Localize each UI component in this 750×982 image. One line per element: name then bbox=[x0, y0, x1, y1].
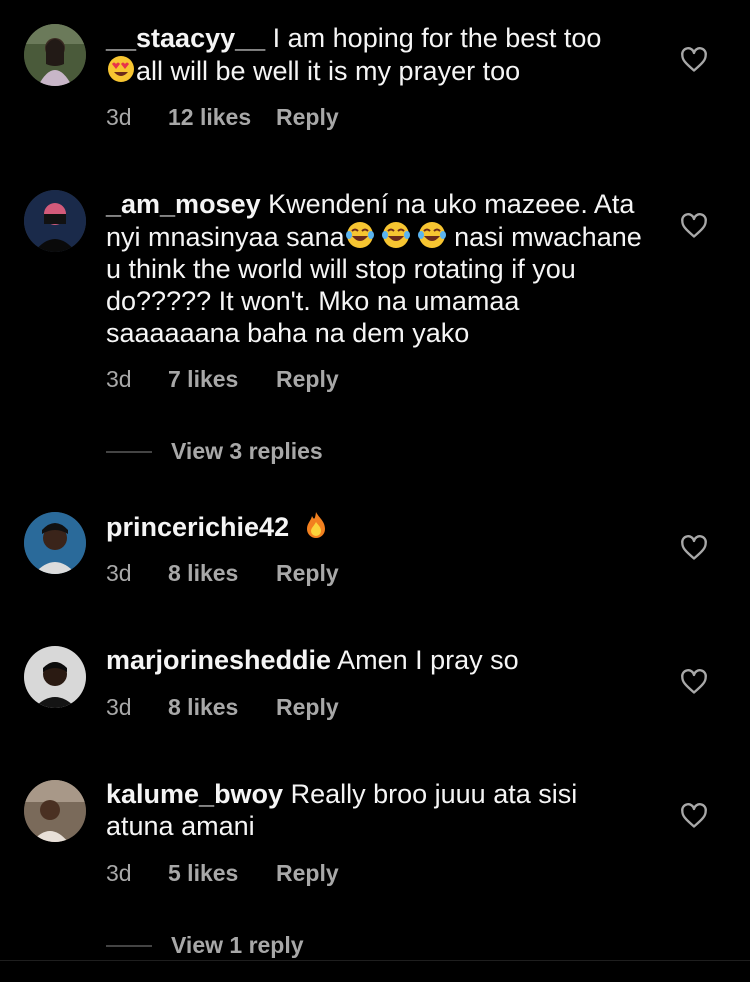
timestamp: 3d bbox=[106, 560, 132, 586]
timestamp: 3d bbox=[106, 104, 132, 130]
avatar[interactable] bbox=[24, 190, 86, 252]
tears-of-joy-emoji bbox=[381, 220, 411, 250]
heart-outline-icon[interactable] bbox=[680, 212, 708, 240]
avatar[interactable] bbox=[24, 646, 86, 708]
avatar[interactable] bbox=[24, 24, 86, 86]
comment-content: I am hoping for the best too bbox=[265, 23, 602, 53]
comment-content: Amen I pray so bbox=[331, 645, 519, 675]
comment-text: __staacyy__ I am hoping for the best too… bbox=[106, 22, 651, 87]
heart-outline-icon[interactable] bbox=[680, 46, 708, 74]
timestamp: 3d bbox=[106, 366, 132, 392]
tears-of-joy-emoji bbox=[345, 220, 375, 250]
comment-text: marjorinesheddie Amen I pray so bbox=[106, 644, 651, 676]
reply-button[interactable]: Reply bbox=[276, 366, 339, 393]
divider bbox=[0, 960, 750, 961]
comment-body: princerichie42 bbox=[106, 510, 651, 543]
username[interactable]: kalume_bwoy bbox=[106, 779, 283, 809]
divider bbox=[106, 450, 152, 453]
view-replies-button[interactable]: View 1 reply bbox=[106, 932, 304, 959]
comment-body: _am_mosey Kwendení na uko mazeee. Ata ny… bbox=[106, 188, 651, 349]
heart-outline-icon[interactable] bbox=[680, 802, 708, 830]
avatar[interactable] bbox=[24, 780, 86, 842]
comment-text: kalume_bwoy Really broo juuu ata sisi at… bbox=[106, 778, 651, 842]
view-replies-label[interactable]: View 3 replies bbox=[171, 438, 323, 465]
timestamp: 3d bbox=[106, 860, 132, 886]
heart-outline-icon[interactable] bbox=[680, 668, 708, 696]
view-replies-button[interactable]: View 3 replies bbox=[106, 438, 323, 465]
username[interactable]: __staacyy__ bbox=[106, 23, 265, 53]
heart-eyes-emoji bbox=[106, 54, 136, 84]
comment-meta: 3d 12 likes Reply bbox=[106, 104, 339, 131]
reply-button[interactable]: Reply bbox=[276, 560, 339, 587]
reply-button[interactable]: Reply bbox=[276, 104, 339, 131]
timestamp: 3d bbox=[106, 694, 132, 720]
comment-body: __staacyy__ I am hoping for the best too… bbox=[106, 22, 651, 87]
likes-count[interactable]: 8 likes bbox=[168, 694, 276, 721]
comment-meta: 3d 5 likes Reply bbox=[106, 860, 339, 887]
reply-button[interactable]: Reply bbox=[276, 860, 339, 887]
comment-body: marjorinesheddie Amen I pray so bbox=[106, 644, 651, 676]
comment-text: princerichie42 bbox=[106, 510, 651, 543]
likes-count[interactable]: 8 likes bbox=[168, 560, 276, 587]
comment-meta: 3d 7 likes Reply bbox=[106, 366, 339, 393]
comment-meta: 3d 8 likes Reply bbox=[106, 560, 339, 587]
heart-outline-icon[interactable] bbox=[680, 534, 708, 562]
divider bbox=[106, 944, 152, 947]
reply-button[interactable]: Reply bbox=[276, 694, 339, 721]
comment-meta: 3d 8 likes Reply bbox=[106, 694, 339, 721]
likes-count[interactable]: 5 likes bbox=[168, 860, 276, 887]
username[interactable]: marjorinesheddie bbox=[106, 645, 331, 675]
comment-text: _am_mosey Kwendení na uko mazeee. Ata ny… bbox=[106, 188, 651, 349]
username[interactable]: _am_mosey bbox=[106, 189, 261, 219]
view-replies-label[interactable]: View 1 reply bbox=[171, 932, 304, 959]
username[interactable]: princerichie42 bbox=[106, 512, 289, 542]
tears-of-joy-emoji bbox=[417, 220, 447, 250]
comment-content: all will be well it is my prayer too bbox=[136, 56, 521, 86]
avatar[interactable] bbox=[24, 512, 86, 574]
fire-emoji bbox=[301, 510, 331, 540]
likes-count[interactable]: 12 likes bbox=[168, 104, 276, 131]
comment-body: kalume_bwoy Really broo juuu ata sisi at… bbox=[106, 778, 651, 842]
likes-count[interactable]: 7 likes bbox=[168, 366, 276, 393]
